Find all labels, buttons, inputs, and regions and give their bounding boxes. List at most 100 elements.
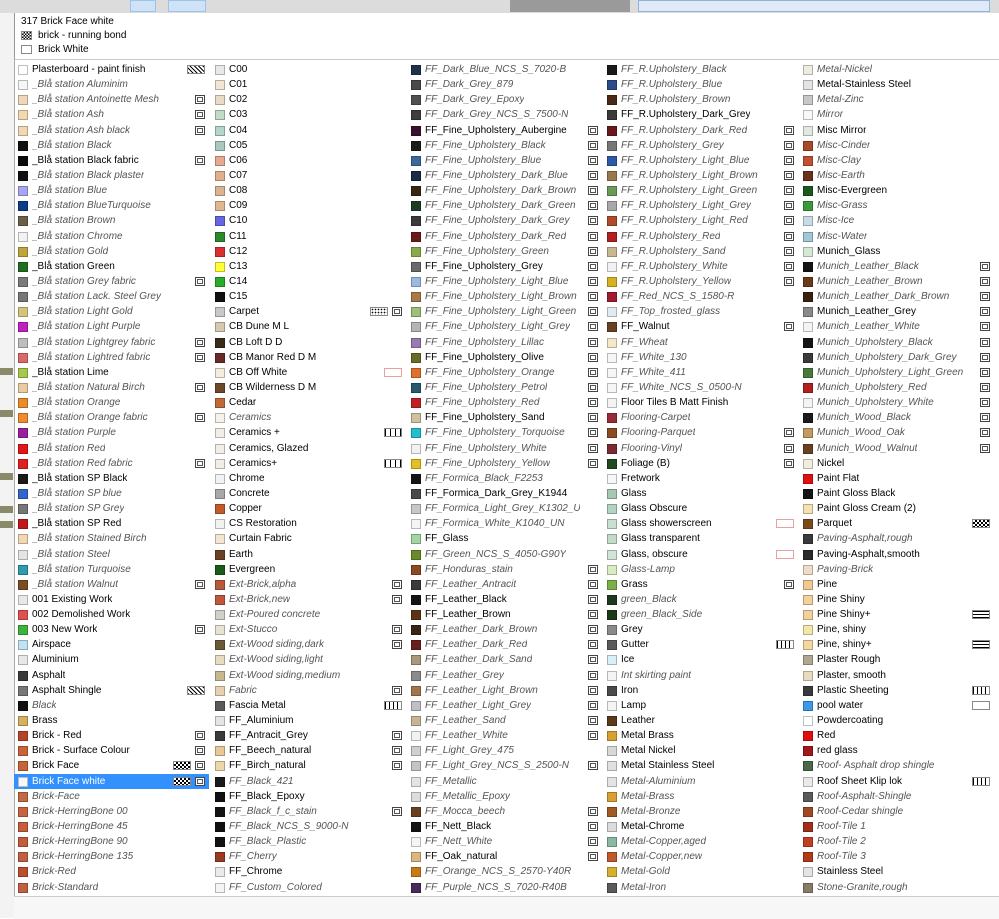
material-item[interactable]: FF_Fine_Upholstery_Dark_Grey: [407, 213, 602, 228]
material-item[interactable]: _Blå station Red: [14, 441, 209, 456]
material-item[interactable]: Mirror: [799, 107, 994, 122]
material-item[interactable]: _Blå station Black fabric: [14, 153, 209, 168]
material-item[interactable]: FF_Light_Grey_475: [407, 743, 602, 758]
material-item[interactable]: Roof-Tile 1: [799, 819, 994, 834]
material-item[interactable]: Leather: [603, 713, 798, 728]
material-item[interactable]: Paint Gloss Black: [799, 486, 994, 501]
material-item[interactable]: _Blå station Blue: [14, 183, 209, 198]
material-item[interactable]: FF_Purple_NCS_S_7020-R40B: [407, 880, 602, 895]
material-item[interactable]: C14: [211, 274, 406, 289]
material-item[interactable]: red glass: [799, 743, 994, 758]
material-item[interactable]: Powdercoating: [799, 713, 994, 728]
material-item[interactable]: FF_Leather_Dark_Sand: [407, 652, 602, 667]
material-item[interactable]: FF_Antracit_Grey: [211, 728, 406, 743]
material-item[interactable]: Munich_Leather_Brown: [799, 274, 994, 289]
material-item[interactable]: FF_R.Upholstery_Blue: [603, 77, 798, 92]
material-item[interactable]: Paint Flat: [799, 471, 994, 486]
material-item[interactable]: FF_R.Upholstery_Yellow: [603, 274, 798, 289]
material-item[interactable]: FF_White_NCS_S_0500-N: [603, 380, 798, 395]
material-item[interactable]: Metal-Aluminium: [603, 774, 798, 789]
material-item[interactable]: _Blå station SP Red: [14, 516, 209, 531]
material-item[interactable]: Metal Brass: [603, 728, 798, 743]
material-item[interactable]: Stone-Granite,rough: [799, 880, 994, 895]
material-item[interactable]: FF_Custom_Colored: [211, 880, 406, 895]
material-item[interactable]: FF_Fine_Upholstery_Olive: [407, 350, 602, 365]
material-item[interactable]: Munich_Leather_Grey: [799, 304, 994, 319]
material-item[interactable]: C10: [211, 213, 406, 228]
material-item[interactable]: Plaster Rough: [799, 652, 994, 667]
material-item[interactable]: FF_R.Upholstery_Red: [603, 229, 798, 244]
material-item[interactable]: _Blå station Walnut: [14, 577, 209, 592]
material-item[interactable]: Asphalt: [14, 668, 209, 683]
material-item[interactable]: _Blå station Grey fabric: [14, 274, 209, 289]
material-item[interactable]: Iron: [603, 683, 798, 698]
material-item[interactable]: Glass: [603, 486, 798, 501]
material-item[interactable]: FF_R.Upholstery_Light_Blue: [603, 153, 798, 168]
material-item[interactable]: CB Wilderness D M: [211, 380, 406, 395]
material-item[interactable]: FF_Leather_White: [407, 728, 602, 743]
material-item[interactable]: Plaster, smooth: [799, 668, 994, 683]
material-item[interactable]: C05: [211, 138, 406, 153]
material-item[interactable]: Airspace: [14, 637, 209, 652]
material-item[interactable]: CS Restoration: [211, 516, 406, 531]
material-item[interactable]: Misc-Evergreen: [799, 183, 994, 198]
material-item[interactable]: Roof-Tile 3: [799, 849, 994, 864]
material-item[interactable]: FF_Dark_Blue_NCS_S_7020-B: [407, 62, 602, 77]
material-item[interactable]: FF_Nett_Black: [407, 819, 602, 834]
material-item[interactable]: Ceramics, Glazed: [211, 441, 406, 456]
material-item[interactable]: FF_R.Upholstery_Light_Green: [603, 183, 798, 198]
material-item[interactable]: Metal-Nickel: [799, 62, 994, 77]
material-item[interactable]: FF_Leather_Black: [407, 592, 602, 607]
material-item[interactable]: Earth: [211, 547, 406, 562]
material-item[interactable]: Glass showerscreen: [603, 516, 798, 531]
material-item[interactable]: CB Loft D D: [211, 335, 406, 350]
material-item[interactable]: 003 New Work: [14, 622, 209, 637]
toolbar-button[interactable]: [168, 0, 206, 12]
material-item[interactable]: FF_R.Upholstery_Light_Brown: [603, 168, 798, 183]
material-item[interactable]: FF_Fine_Upholstery_Torquoise: [407, 425, 602, 440]
material-item[interactable]: FF_Beech_natural: [211, 743, 406, 758]
material-item[interactable]: 002 Demolished Work: [14, 607, 209, 622]
material-item[interactable]: FF_Fine_Upholstery_Dark_Brown: [407, 183, 602, 198]
material-item[interactable]: Munich_Upholstery_Dark_Grey: [799, 350, 994, 365]
material-item[interactable]: pool water: [799, 698, 994, 713]
material-item[interactable]: FF_Fine_Upholstery_Black: [407, 138, 602, 153]
material-item[interactable]: green_Black_Side: [603, 607, 798, 622]
material-item[interactable]: FF_Fine_Upholstery_Light_Brown: [407, 289, 602, 304]
material-item[interactable]: Evergreen: [211, 562, 406, 577]
material-item[interactable]: FF_Black_Epoxy: [211, 789, 406, 804]
material-item[interactable]: Misc-Water: [799, 229, 994, 244]
material-item[interactable]: FF_Leather_Light_Grey: [407, 698, 602, 713]
material-item[interactable]: Misc-Cinder: [799, 138, 994, 153]
material-item[interactable]: FF_Mocca_beech: [407, 804, 602, 819]
material-item[interactable]: Plastic Sheeting: [799, 683, 994, 698]
material-item[interactable]: C07: [211, 168, 406, 183]
material-item[interactable]: Metal-Stainless Steel: [799, 77, 994, 92]
material-item[interactable]: FF_Top_frosted_glass: [603, 304, 798, 319]
material-item[interactable]: Munich_Wood_Black: [799, 410, 994, 425]
material-item[interactable]: _Blå station SP Black: [14, 471, 209, 486]
material-item[interactable]: FF_R.Upholstery_Brown: [603, 92, 798, 107]
material-item[interactable]: Plasterboard - paint finish: [14, 62, 209, 77]
material-item[interactable]: Paving-Asphalt,rough: [799, 531, 994, 546]
material-item[interactable]: FF_Fine_Upholstery_Grey: [407, 259, 602, 274]
material-item[interactable]: Ext-Wood siding,dark: [211, 637, 406, 652]
material-item[interactable]: Glass transparent: [603, 531, 798, 546]
material-item[interactable]: Brick-HerringBone 135: [14, 849, 209, 864]
material-item[interactable]: FF_Nett_White: [407, 834, 602, 849]
material-item[interactable]: Metal-Copper,aged: [603, 834, 798, 849]
material-item[interactable]: Ext-Brick,new: [211, 592, 406, 607]
material-item[interactable]: _Blå station Purple: [14, 425, 209, 440]
material-item[interactable]: FF_Formica_White_K1040_UN: [407, 516, 602, 531]
material-item[interactable]: C00: [211, 62, 406, 77]
material-item[interactable]: Int skirting paint: [603, 668, 798, 683]
material-item[interactable]: _Blå station Light Gold: [14, 304, 209, 319]
material-item[interactable]: Flooring-Parquet: [603, 425, 798, 440]
material-item[interactable]: CB Manor Red D M: [211, 350, 406, 365]
material-item[interactable]: _Blå station BlueTurquoise: [14, 198, 209, 213]
material-item[interactable]: Pine: [799, 577, 994, 592]
material-item[interactable]: Concrete: [211, 486, 406, 501]
material-item[interactable]: _Blå station Red fabric: [14, 456, 209, 471]
material-item[interactable]: FF_Honduras_stain: [407, 562, 602, 577]
material-item[interactable]: Ceramics: [211, 410, 406, 425]
